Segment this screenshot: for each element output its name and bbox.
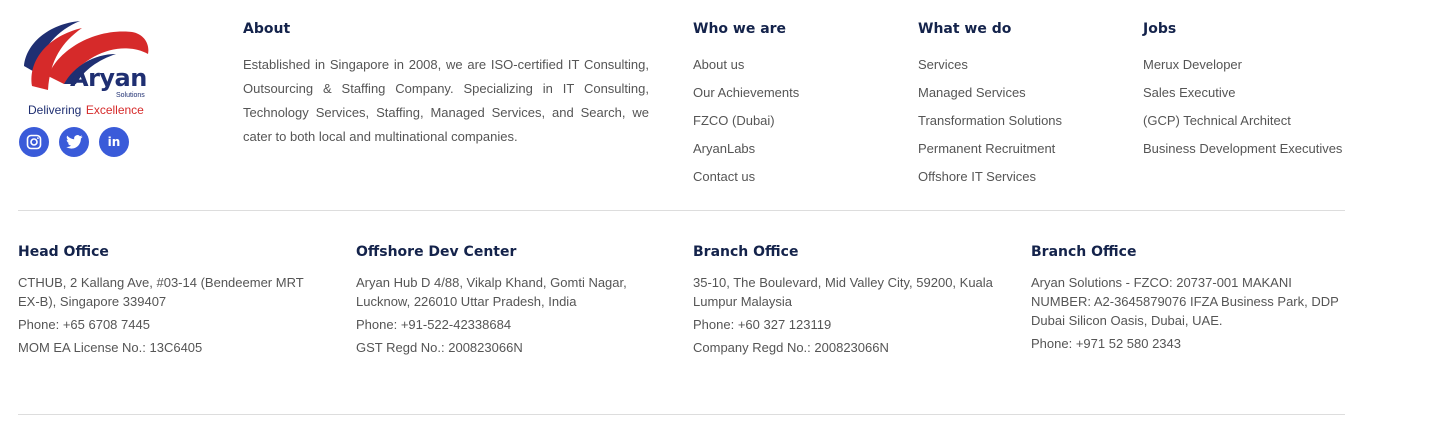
twitter-button[interactable] [59,127,89,157]
office-phone: Phone: +971 52 580 2343 [1031,336,1182,351]
link-business-development-executives[interactable]: Business Development Executives [1143,141,1342,156]
linkedin-icon: in [107,135,121,149]
instagram-button[interactable] [19,127,49,157]
link-fzco-dubai[interactable]: FZCO (Dubai) [693,113,775,128]
office-phone: Phone: +91-522-42338684 [356,317,512,332]
office-address: 35-10, The Boulevard, Mid Valley City, 5… [693,275,993,309]
link-about-us[interactable]: About us [693,57,744,72]
link-aryanlabs[interactable]: AryanLabs [693,141,755,156]
office-block: Branch Office 35-10, The Boulevard, Mid … [693,244,1005,357]
link-services[interactable]: Services [918,57,968,72]
link-transformation-solutions[interactable]: Transformation Solutions [918,113,1062,128]
office-title: Head Office [18,244,109,260]
office-phone: Phone: +60 327 123119 [693,317,832,332]
office-title: Branch Office [1031,244,1137,260]
company-logo[interactable]: Aryan Solutions Delivering Excellence [18,14,168,119]
link-merux-developer[interactable]: Merux Developer [1143,57,1242,72]
footer-divider-top [18,210,1345,211]
footer-divider-bottom [18,414,1345,415]
link-managed-services[interactable]: Managed Services [918,85,1026,100]
about-heading: About [243,21,291,37]
office-block: Branch Office Aryan Solutions - FZCO: 20… [1031,244,1341,353]
jobs-heading: Jobs [1143,21,1177,37]
link-sales-executive[interactable]: Sales Executive [1143,85,1236,100]
linkedin-button[interactable]: in [99,127,129,157]
office-license: MOM EA License No.: 13C6405 [18,340,203,355]
tagline-part-1: Delivering [28,103,82,117]
office-address: Aryan Solutions - FZCO: 20737-001 MAKANI… [1031,275,1339,328]
link-offshore-it-services[interactable]: Offshore IT Services [918,169,1036,184]
who-we-are-heading: Who we are [693,21,787,37]
link-gcp-technical-architect[interactable]: (GCP) Technical Architect [1143,113,1291,128]
tagline-part-2: Excellence [85,103,144,117]
office-gst: GST Regd No.: 200823066N [356,340,523,355]
office-phone: Phone: +65 6708 7445 [18,317,150,332]
office-address: Aryan Hub D 4/88, Vikalp Khand, Gomti Na… [356,275,627,309]
office-block: Head Office CTHUB, 2 Kallang Ave, #03-14… [18,244,328,357]
twitter-icon [65,135,83,149]
link-contact-us[interactable]: Contact us [693,169,755,184]
about-description: Established in Singapore in 2008, we are… [243,57,649,144]
office-title: Branch Office [693,244,799,260]
office-address: CTHUB, 2 Kallang Ave, #03-14 (Bendeemer … [18,275,304,309]
link-our-achievements[interactable]: Our Achievements [693,85,799,100]
what-we-do-heading: What we do [918,21,1012,37]
brand-name: Aryan [70,64,147,92]
office-title: Offshore Dev Center [356,244,517,260]
office-block: Offshore Dev Center Aryan Hub D 4/88, Vi… [356,244,656,357]
brand-subtitle: Solutions [116,92,145,99]
brand-tagline: Delivering Excellence [28,101,144,119]
link-permanent-recruitment[interactable]: Permanent Recruitment [918,141,1055,156]
instagram-icon [26,134,42,150]
office-company-regd: Company Regd No.: 200823066N [693,340,889,355]
